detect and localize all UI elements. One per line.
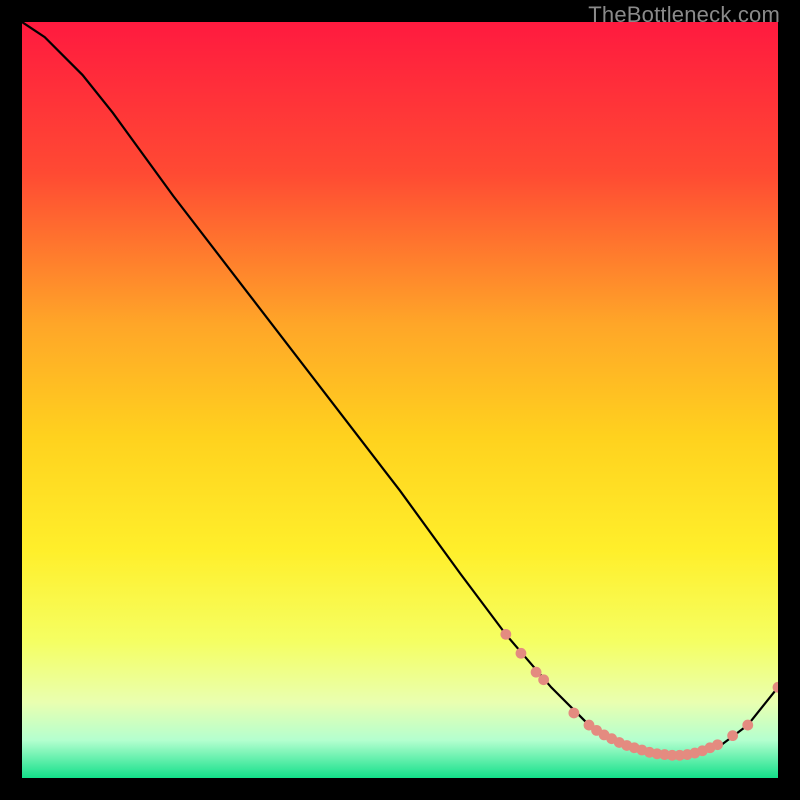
marker-dot bbox=[727, 730, 738, 741]
chart-frame: TheBottleneck.com bbox=[0, 0, 800, 800]
marker-dot bbox=[516, 648, 527, 659]
marker-dot bbox=[568, 708, 579, 719]
marker-dot bbox=[500, 629, 511, 640]
marker-dot bbox=[742, 720, 753, 731]
plot-area bbox=[22, 22, 778, 778]
marker-dot bbox=[538, 674, 549, 685]
marker-dot bbox=[712, 739, 723, 750]
gradient-background bbox=[22, 22, 778, 778]
chart-svg bbox=[22, 22, 778, 778]
